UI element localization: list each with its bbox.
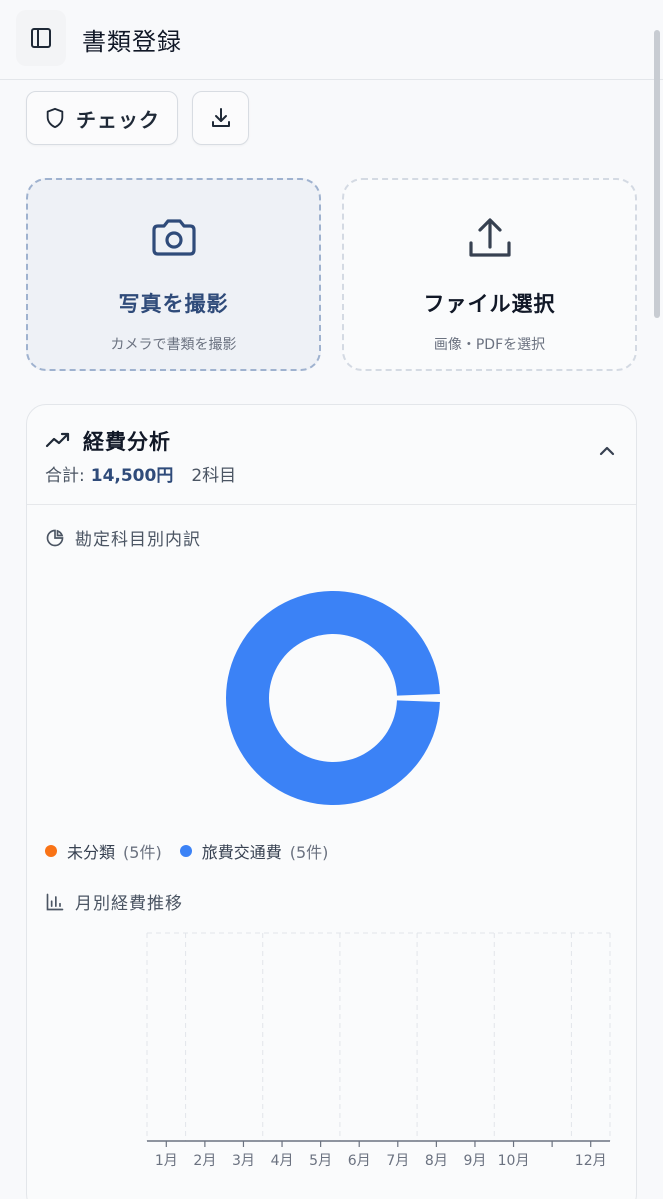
scrollbar[interactable]: [654, 30, 660, 318]
legend-dot-uncategorized: [45, 845, 57, 857]
take-photo-subtitle: カメラで書類を撮影: [110, 337, 237, 353]
trending-up-icon: [45, 432, 70, 448]
check-button-label: チェック: [76, 107, 160, 132]
breakdown-donut-chart: [225, 591, 440, 805]
monthly-section-label: 月別経費推移: [45, 889, 183, 914]
select-file-subtitle: 画像・PDFを選択: [433, 337, 546, 353]
x-tick-label: 9月: [463, 1153, 486, 1169]
donut-slice-1[interactable]: [225, 591, 440, 805]
legend-count: (5件): [289, 843, 329, 862]
x-tick-label: 8月: [425, 1153, 448, 1169]
x-tick-label: 5月: [309, 1153, 332, 1169]
page-title: 書類登録: [82, 28, 182, 56]
analysis-title: 経費分析: [83, 430, 171, 454]
select-file-title: ファイル選択: [423, 292, 556, 316]
legend-count: (5件): [123, 843, 162, 862]
sidebar-toggle-button[interactable]: [16, 10, 66, 66]
x-tick-label: 7月: [386, 1153, 409, 1169]
total-amount: 14,500円: [90, 466, 174, 486]
select-file-card[interactable]: ファイル選択 画像・PDFを選択: [342, 178, 637, 371]
legend-label: 未分類: [67, 843, 116, 862]
analysis-summary: 合計: 14,500円 2科目: [45, 461, 236, 486]
sidebar-panel-icon: [31, 28, 51, 48]
camera-icon: [151, 219, 196, 256]
check-button[interactable]: チェック: [26, 91, 178, 145]
pie-chart-icon: [46, 529, 64, 546]
legend-dot-travel: [179, 845, 192, 857]
x-tick-label: 6月: [348, 1153, 371, 1169]
bar-chart-icon: [46, 893, 64, 910]
app-header: 書類登録: [0, 0, 663, 80]
upload-icon: [468, 218, 511, 257]
x-tick-label: 1月: [155, 1153, 178, 1169]
legend-label: 旅費交通費: [201, 843, 282, 862]
donut-legend: 未分類 (5件) 旅費交通費 (5件): [45, 839, 346, 863]
monthly-bar-chart: 1月 2月 3月 4月 5月 6月 7月 8月 9月 10月 12月: [146, 932, 611, 1169]
x-tick-label: 12月: [575, 1153, 607, 1169]
take-photo-title: 写真を撮影: [118, 292, 229, 316]
legend-item-uncategorized: 未分類 (5件): [45, 839, 162, 863]
x-tick-label: 4月: [271, 1153, 294, 1169]
category-count: 2科目: [191, 466, 237, 486]
download-button[interactable]: [192, 91, 249, 145]
chevron-up-icon[interactable]: [598, 445, 616, 457]
analysis-header[interactable]: 経費分析 合計: 14,500円 2科目: [27, 405, 636, 505]
total-label: 合計:: [45, 466, 85, 486]
shield-icon: [46, 107, 64, 129]
take-photo-card[interactable]: 写真を撮影 カメラで書類を撮影: [26, 178, 321, 371]
expense-analysis-panel: 経費分析 合計: 14,500円 2科目 勘定科目別内訳 未分類 (5件) 旅費…: [26, 404, 637, 1199]
x-tick-label: 3月: [232, 1153, 255, 1169]
download-icon: [211, 108, 230, 127]
breakdown-section-label: 勘定科目別内訳: [45, 525, 201, 550]
breakdown-label: 勘定科目別内訳: [75, 530, 201, 550]
x-tick-label: 2月: [193, 1153, 216, 1169]
monthly-label: 月別経費推移: [75, 894, 183, 914]
legend-item-travel: 旅費交通費 (5件): [179, 839, 329, 863]
x-tick-label: 10月: [498, 1153, 530, 1169]
